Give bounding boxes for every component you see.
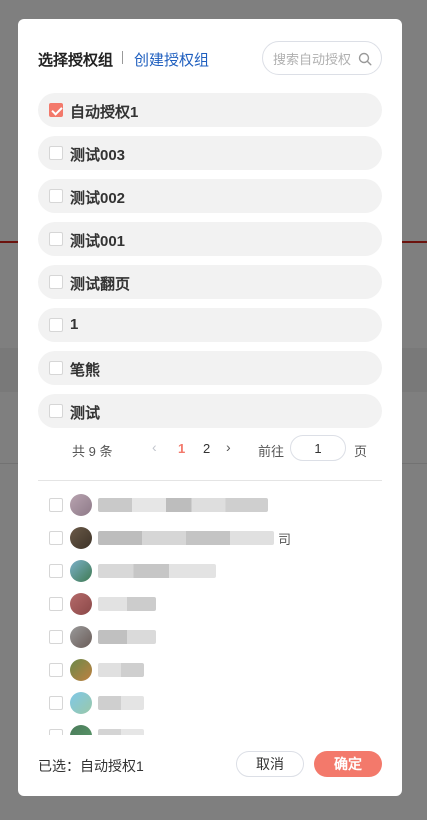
user-row[interactable]	[38, 687, 382, 720]
user-row[interactable]	[38, 720, 382, 735]
avatar	[70, 692, 92, 714]
header-separator	[122, 51, 123, 64]
group-label: 测试002	[70, 190, 126, 207]
user-row[interactable]: 司	[38, 522, 382, 555]
group-checkbox[interactable]	[49, 404, 63, 418]
group-checkbox[interactable]	[49, 146, 63, 160]
page-2-button[interactable]: 2	[203, 441, 210, 456]
group-label: 1	[70, 316, 79, 333]
avatar	[70, 494, 92, 516]
cancel-button[interactable]: 取消	[236, 751, 304, 777]
avatar	[70, 626, 92, 648]
avatar	[70, 725, 92, 735]
redacted-name	[98, 729, 144, 735]
user-row[interactable]	[38, 654, 382, 687]
group-label: 测试翻页	[70, 276, 131, 293]
dialog-footer: 已选：自动授权1 取消 确定	[38, 751, 382, 777]
avatar	[70, 560, 92, 582]
redacted-name	[98, 696, 144, 710]
section-divider	[38, 480, 382, 481]
redacted-name	[98, 597, 156, 611]
auth-group-dialog: 选择授权组 创建授权组 自动授权1 测试003 测试002 测试001	[18, 19, 402, 796]
page-1-button[interactable]: 1	[178, 441, 185, 456]
user-checkbox[interactable]	[49, 597, 63, 611]
redacted-name	[98, 663, 144, 677]
redacted-name	[98, 630, 156, 644]
redacted-name	[98, 531, 274, 545]
user-checkbox[interactable]	[49, 630, 63, 644]
user-checkbox[interactable]	[49, 531, 63, 545]
group-item[interactable]: 测试001	[38, 222, 382, 256]
user-checkbox[interactable]	[49, 498, 63, 512]
group-label: 测试	[70, 405, 101, 422]
goto-label: 前往	[258, 444, 285, 459]
user-checkbox[interactable]	[49, 663, 63, 677]
avatar	[70, 659, 92, 681]
group-item[interactable]: 自动授权1	[38, 93, 382, 127]
user-row[interactable]	[38, 621, 382, 654]
group-item[interactable]: 测试003	[38, 136, 382, 170]
group-checkbox[interactable]	[49, 189, 63, 203]
chevron-left-icon[interactable]: ‹	[152, 439, 157, 455]
redacted-name	[98, 498, 268, 512]
user-list: 司	[38, 489, 382, 735]
redacted-name	[98, 564, 216, 578]
user-checkbox[interactable]	[49, 696, 63, 710]
user-name-suffix: 司	[278, 532, 292, 547]
user-row[interactable]	[38, 489, 382, 522]
group-item[interactable]: 笔熊	[38, 351, 382, 385]
group-checkbox[interactable]	[49, 318, 63, 332]
group-label: 测试003	[70, 147, 126, 164]
goto-page-input[interactable]	[290, 435, 346, 461]
selected-summary: 已选：自动授权1	[38, 758, 144, 774]
user-row[interactable]	[38, 555, 382, 588]
group-label: 自动授权1	[70, 104, 139, 121]
confirm-button[interactable]: 确定	[314, 751, 382, 777]
user-row[interactable]	[38, 588, 382, 621]
search-input[interactable]	[273, 50, 357, 68]
group-label: 笔熊	[70, 362, 101, 379]
group-item[interactable]: 测试	[38, 394, 382, 428]
group-checkbox[interactable]	[49, 103, 63, 117]
search-icon[interactable]	[358, 52, 372, 66]
group-checkbox[interactable]	[49, 361, 63, 375]
group-label: 测试001	[70, 233, 126, 250]
group-item[interactable]: 1	[38, 308, 382, 342]
group-checkbox[interactable]	[49, 232, 63, 246]
avatar	[70, 593, 92, 615]
create-group-link[interactable]: 创建授权组	[134, 49, 209, 70]
group-list: 自动授权1 测试003 测试002 测试001 测试翻页 1 笔熊 测试	[38, 93, 382, 437]
avatar	[70, 527, 92, 549]
group-item[interactable]: 测试翻页	[38, 265, 382, 299]
search-box[interactable]	[262, 41, 382, 75]
page-unit-label: 页	[354, 444, 368, 459]
pagination-total: 共 9 条	[72, 444, 113, 459]
dialog-title: 选择授权组	[38, 52, 114, 69]
chevron-right-icon[interactable]: ›	[226, 439, 231, 455]
group-checkbox[interactable]	[49, 275, 63, 289]
user-checkbox[interactable]	[49, 729, 63, 735]
pagination: 共 9 条 ‹ 1 2 › 前往 页	[38, 435, 382, 461]
dialog-header: 选择授权组 创建授权组	[38, 41, 382, 75]
user-checkbox[interactable]	[49, 564, 63, 578]
group-item[interactable]: 测试002	[38, 179, 382, 213]
